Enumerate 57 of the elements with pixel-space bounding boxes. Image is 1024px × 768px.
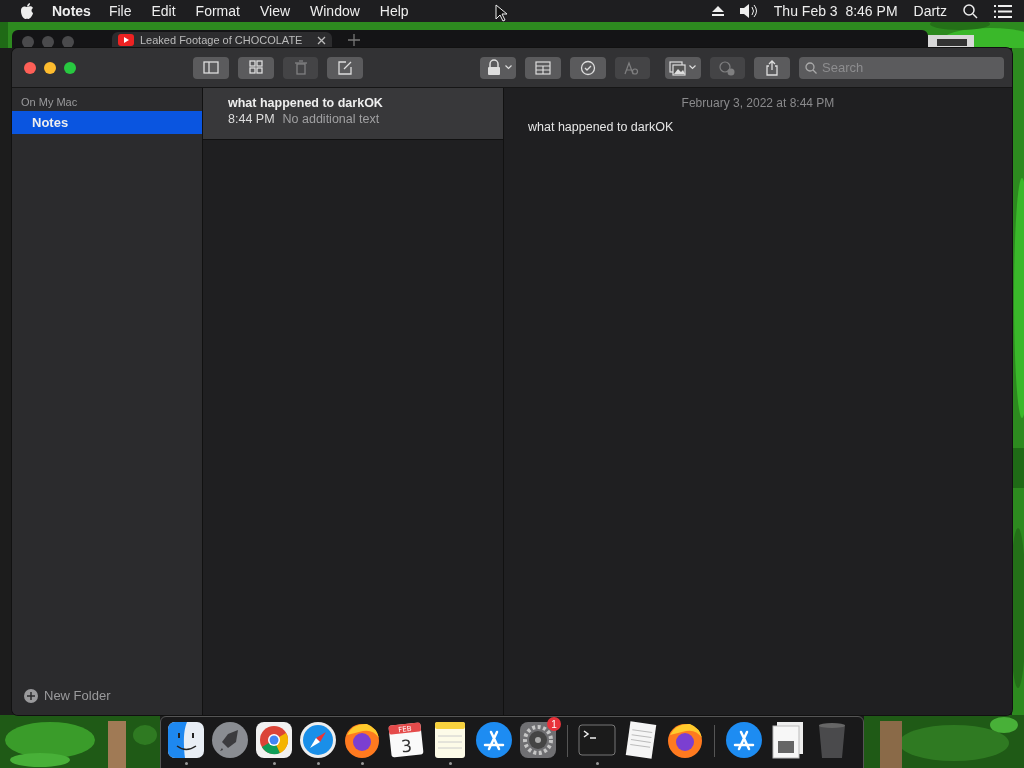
gear-icon[interactable] (519, 721, 557, 759)
checkmark-icon (578, 58, 597, 77)
minimize-button[interactable] (44, 61, 56, 74)
apple-logo-icon[interactable] (20, 3, 34, 19)
terminal-icon[interactable] (578, 721, 616, 759)
firefox-icon[interactable] (666, 721, 704, 759)
sidebar-icon (202, 58, 221, 77)
toolbar-button[interactable] (193, 56, 229, 79)
zoom-button[interactable] (64, 61, 76, 74)
menu-item[interactable]: Edit (151, 3, 176, 19)
toolbar-button[interactable] (237, 56, 274, 79)
sidebar-item[interactable]: Notes (12, 111, 202, 134)
note-title: what happened to darkOK (228, 96, 384, 110)
note-time: 8:44 PM (228, 112, 275, 126)
user-name[interactable]: Dartz (913, 3, 947, 19)
new-folder-button[interactable]: New Folder (12, 688, 111, 715)
menu-item[interactable]: View (259, 3, 291, 19)
toolbar-button[interactable] (569, 56, 606, 79)
mouse-cursor-icon (494, 4, 507, 22)
toolbar-button[interactable] (525, 56, 561, 79)
menu-item[interactable]: File (108, 3, 132, 19)
compose-icon (336, 58, 355, 77)
chevron-icon (689, 65, 697, 70)
chrome-icon[interactable] (255, 721, 293, 759)
note-list-item[interactable]: what happened to darkOK 8:44 PM No additional text (203, 88, 503, 140)
rocket-icon[interactable] (211, 721, 249, 759)
grid-icon (246, 58, 265, 77)
volume-icon[interactable] (739, 4, 758, 18)
menu-item[interactable]: Help (379, 3, 409, 19)
note-date: February 3, 2022 at 8:44 PM (681, 96, 835, 110)
finder-icon[interactable] (167, 721, 205, 759)
app-menu[interactable]: Notes (52, 3, 91, 19)
eject-icon[interactable] (711, 6, 724, 16)
note-body[interactable]: what happened to darkOK (528, 120, 988, 134)
note-preview: No additional text (282, 112, 380, 126)
chevron-icon (504, 65, 512, 70)
notification-badge: 1 (547, 717, 561, 731)
menu-item[interactable]: Format (195, 3, 240, 19)
section-header: On My Mac (20, 95, 79, 110)
search-icon[interactable] (963, 3, 978, 19)
app-store-icon[interactable] (475, 721, 513, 759)
close-button[interactable] (24, 61, 36, 74)
app-store-icon[interactable] (725, 721, 763, 759)
toolbar-button[interactable] (754, 56, 791, 79)
menu-item[interactable]: Window (310, 3, 360, 19)
toolbar-button[interactable] (480, 56, 517, 79)
firefox-icon[interactable] (343, 721, 381, 759)
person-add-icon (718, 58, 737, 77)
table-icon (533, 58, 552, 77)
compass-icon[interactable] (299, 721, 337, 759)
clock[interactable]: Thu Feb 3 8:46 PM (773, 3, 898, 19)
list-icon[interactable] (994, 4, 1012, 18)
search-icon (805, 61, 818, 74)
plus-circle-icon (24, 688, 38, 703)
photo-icon (669, 58, 688, 77)
toolbar-button[interactable] (327, 56, 364, 79)
toolbar-button[interactable] (664, 56, 701, 79)
